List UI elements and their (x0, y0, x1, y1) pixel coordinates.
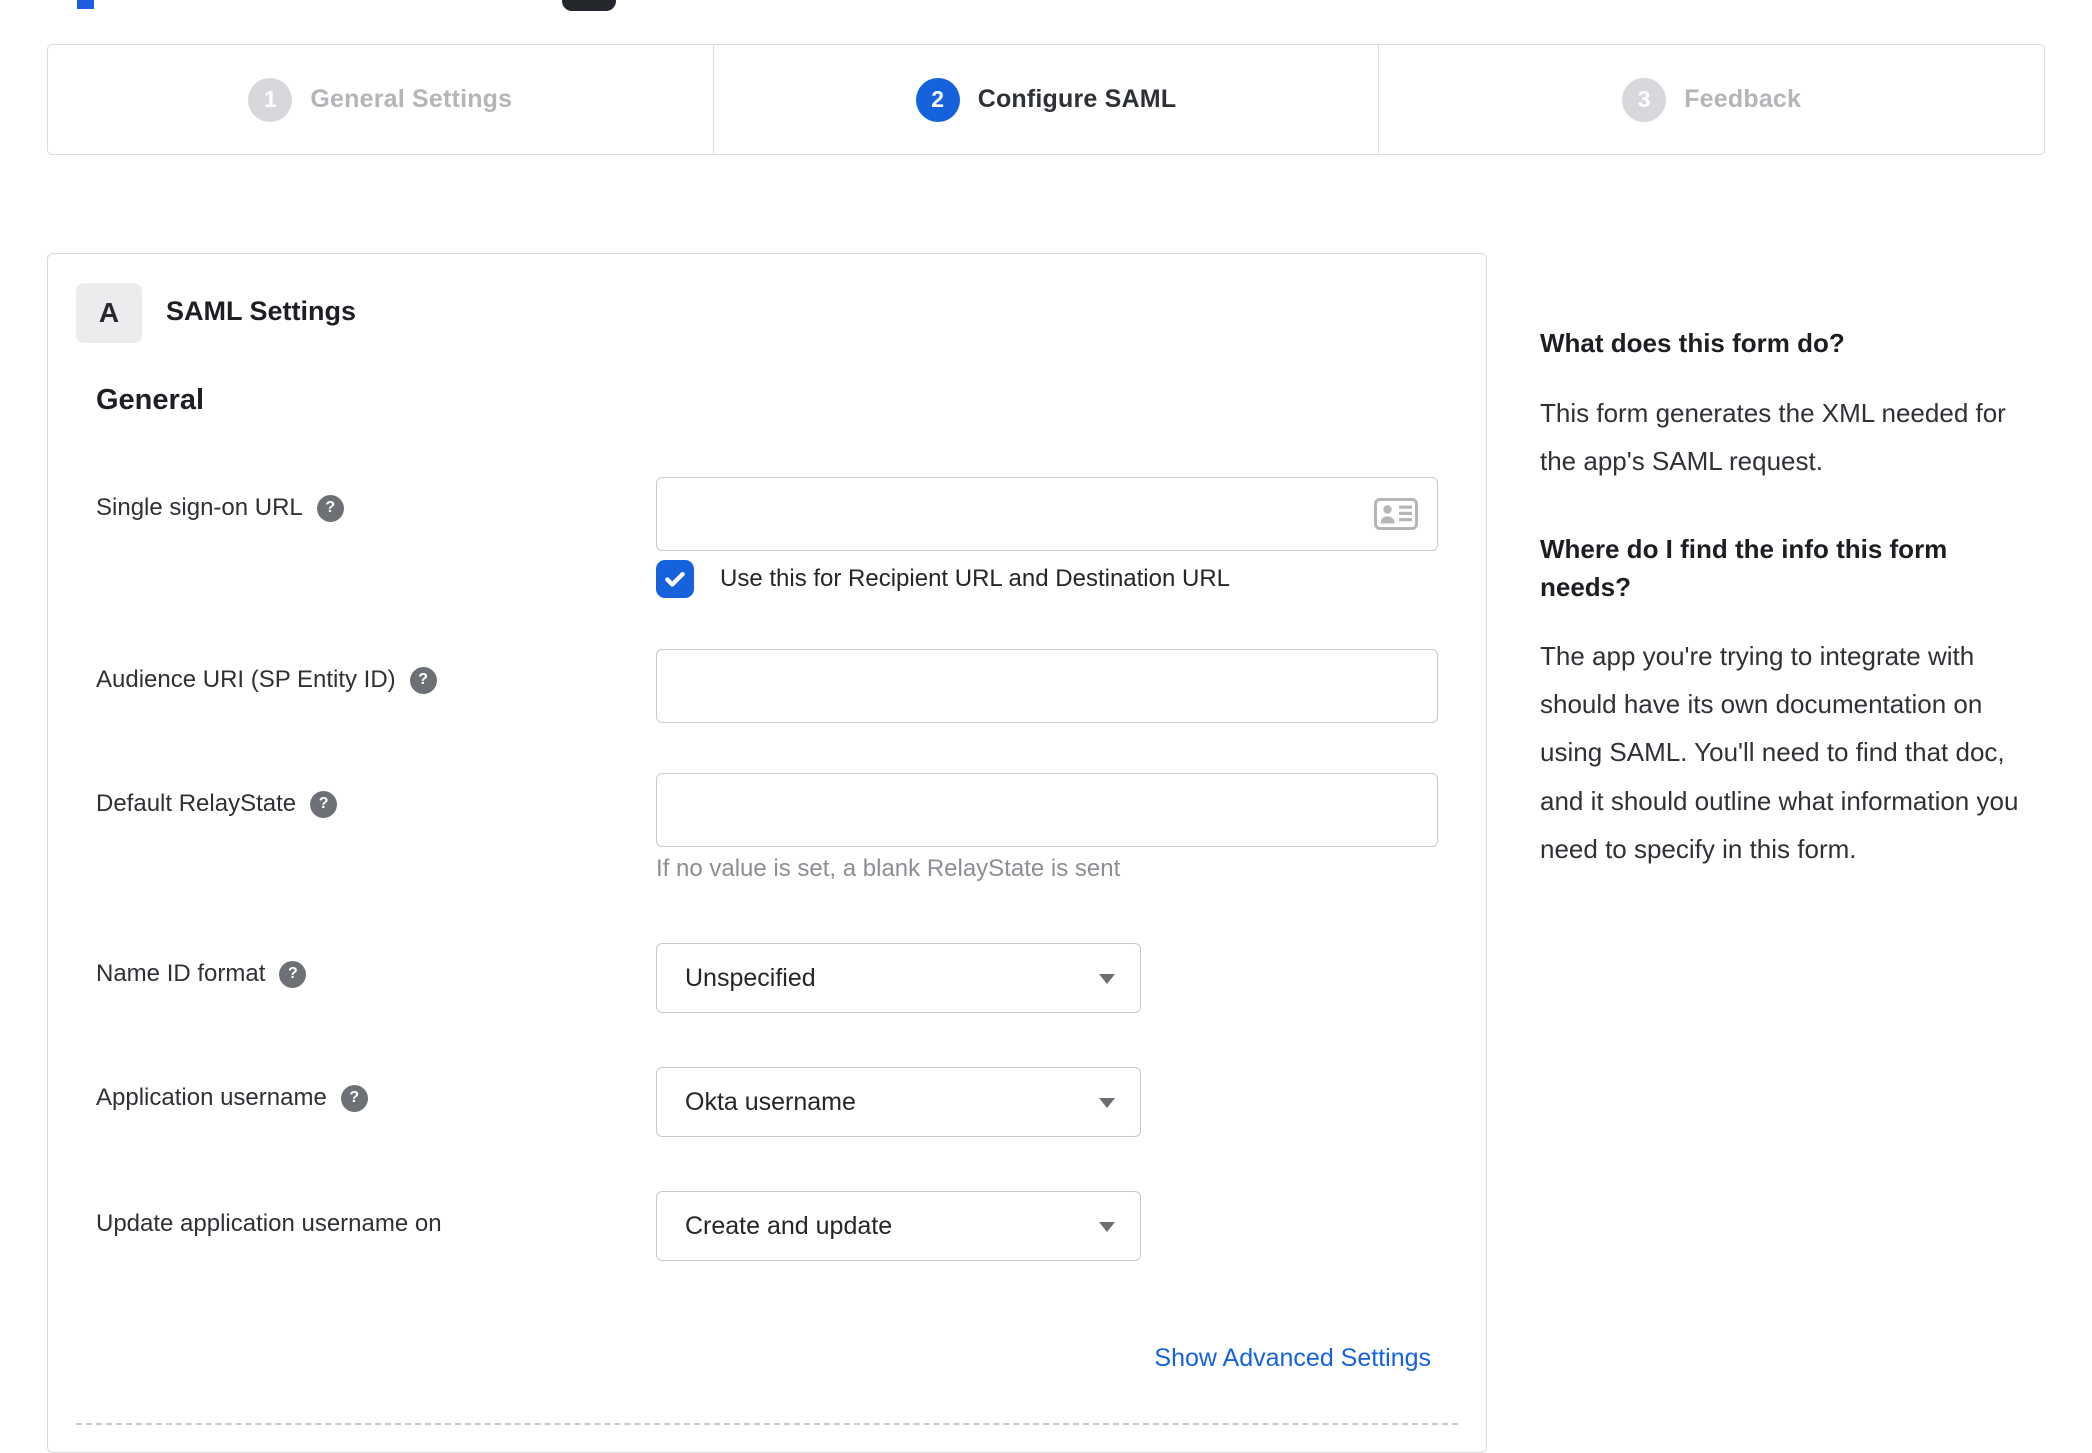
wizard-stepper: 1 General Settings 2 Configure SAML 3 Fe… (47, 44, 2045, 155)
step-1-circle: 1 (248, 77, 293, 122)
relaystate-hint: If no value is set, a blank RelayState i… (656, 855, 1121, 882)
relaystate-input[interactable] (656, 773, 1438, 847)
help-answer-1: This form generates the XML needed for t… (1540, 397, 2006, 476)
update-username-value: Create and update (685, 1211, 893, 1240)
step-3-label: Feedback (1684, 85, 1802, 113)
panel-title: SAML Settings (166, 296, 357, 326)
sso-url-label-text: Single sign-on URL (96, 494, 303, 521)
relaystate-help-icon[interactable]: ? (310, 790, 338, 818)
general-section-heading: General (96, 384, 204, 416)
chevron-down-icon (1099, 974, 1115, 984)
step-general-settings[interactable]: 1 General Settings (48, 45, 713, 154)
nameid-format-label-text: Name ID format (96, 960, 266, 987)
section-dashed-divider (76, 1423, 1458, 1425)
relaystate-label: Default RelayState ? (96, 790, 338, 818)
step-2-label: Configure SAML (977, 85, 1177, 113)
recipient-url-checkbox-row: Use this for Recipient URL and Destinati… (656, 560, 1230, 598)
update-username-label-text: Update application username on (96, 1210, 442, 1237)
cutoff-blue-shape (77, 0, 94, 9)
nameid-format-value: Unspecified (685, 963, 816, 992)
help-sidebar: What does this form do? This form genera… (1540, 325, 2045, 919)
checkmark-icon (665, 571, 685, 587)
section-a-badge: A (76, 283, 142, 343)
audience-uri-label-text: Audience URI (SP Entity ID) (96, 666, 396, 693)
cutoff-black-shape (562, 0, 616, 11)
chevron-down-icon (1099, 1098, 1115, 1108)
show-advanced-settings-link[interactable]: Show Advanced Settings (1154, 1344, 1431, 1373)
app-username-label: Application username ? (96, 1084, 368, 1112)
app-username-help-icon[interactable]: ? (340, 1084, 368, 1112)
saml-settings-panel: A SAML Settings General Single sign-on U… (47, 253, 1487, 1453)
sso-url-help-icon[interactable]: ? (316, 494, 344, 522)
help-answer-2: The app you're trying to integrate with … (1540, 641, 2019, 864)
sso-url-input[interactable] (656, 477, 1438, 551)
app-username-value: Okta username (685, 1087, 856, 1116)
nameid-format-select[interactable]: Unspecified (656, 943, 1141, 1013)
saml-wizard-page: { "stepper": { "steps": [ { "number": "1… (0, 0, 2092, 1453)
step-configure-saml[interactable]: 2 Configure SAML (712, 45, 1379, 154)
step-feedback[interactable]: 3 Feedback (1378, 45, 2044, 154)
step-3-circle: 3 (1622, 77, 1667, 122)
relaystate-label-text: Default RelayState (96, 790, 297, 817)
chevron-down-icon (1099, 1222, 1115, 1232)
help-question-1: What does this form do? (1540, 328, 1845, 358)
audience-uri-label: Audience URI (SP Entity ID) ? (96, 666, 437, 694)
app-username-select[interactable]: Okta username (656, 1067, 1141, 1137)
audience-uri-help-icon[interactable]: ? (409, 666, 437, 694)
nameid-format-label: Name ID format ? (96, 960, 307, 988)
help-question-2: Where do I find the info this form needs… (1540, 533, 1948, 602)
update-username-select[interactable]: Create and update (656, 1191, 1141, 1261)
nameid-format-help-icon[interactable]: ? (279, 960, 307, 988)
step-2-circle: 2 (915, 77, 960, 122)
recipient-url-checkbox[interactable] (656, 560, 694, 598)
app-username-label-text: Application username (96, 1084, 327, 1111)
sso-url-label: Single sign-on URL ? (96, 494, 344, 522)
step-1-label: General Settings (310, 85, 513, 113)
audience-uri-input[interactable] (656, 649, 1438, 723)
update-username-label: Update application username on (96, 1210, 442, 1238)
recipient-url-checkbox-label: Use this for Recipient URL and Destinati… (720, 565, 1231, 592)
